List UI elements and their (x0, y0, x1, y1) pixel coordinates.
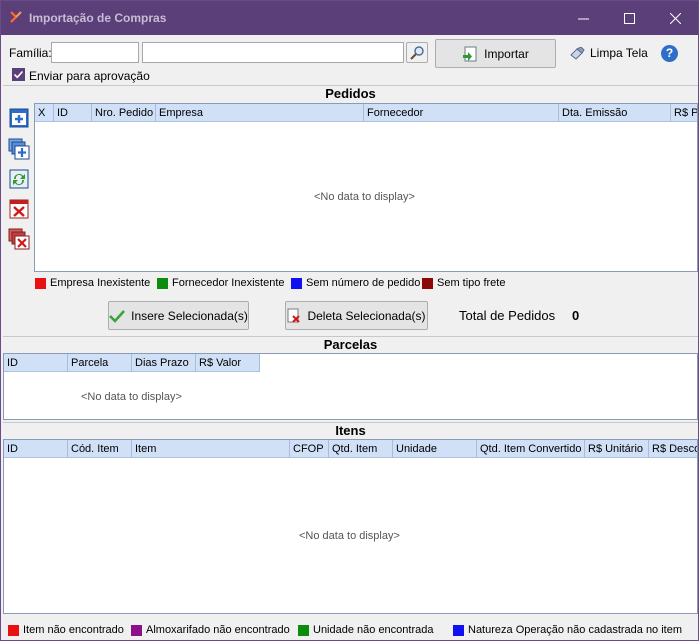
itens-col-qtd-item[interactable]: Qtd. Item (329, 440, 393, 458)
legend-almoxarifado-nao-encontrado: Almoxarifado não encontrado (131, 624, 290, 636)
delete-document-icon (287, 308, 301, 323)
itens-col-qtd-convertido[interactable]: Qtd. Item Convertido (477, 440, 585, 458)
itens-col-unidade[interactable]: Unidade (393, 440, 477, 458)
legend-label: Item não encontrado (23, 624, 124, 636)
legend-swatch (157, 277, 168, 289)
add-multiple-rows-icon[interactable] (8, 138, 30, 160)
search-icon (410, 45, 424, 60)
legend-label: Empresa Inexistente (50, 277, 151, 289)
legend-sem-tipo-frete: Sem tipo frete (422, 277, 505, 289)
pedidos-col-nro-pedido[interactable]: Nro. Pedido (92, 104, 156, 122)
insere-selecionadas-button[interactable]: Insere Selecionada(s) (108, 301, 249, 330)
parcelas-empty-text: <No data to display> (81, 391, 182, 403)
total-pedidos-value: 0 (572, 308, 580, 323)
itens-col-id[interactable]: ID (4, 440, 68, 458)
itens-col-valor-unitario[interactable]: R$ Unitário (585, 440, 649, 458)
window-title: Importação de Compras (29, 11, 167, 25)
pedidos-col-empresa[interactable]: Empresa (156, 104, 364, 122)
pedidos-col-valor[interactable]: R$ Pe (671, 104, 697, 122)
legend-empresa-inexistente: Empresa Inexistente (35, 277, 150, 289)
legend-label: Almoxarifado não encontrado (146, 624, 290, 636)
itens-col-item[interactable]: Item (132, 440, 290, 458)
import-icon (463, 46, 477, 61)
importar-label: Importar (484, 46, 529, 61)
checkmark-icon (13, 70, 24, 79)
legend-label: Sem número de pedido (306, 277, 421, 289)
close-icon (669, 12, 681, 24)
import-window: Importação de Compras Família: Importar (0, 0, 699, 641)
deleta-selecionadas-label: Deleta Selecionada(s) (307, 308, 426, 323)
legend-label: Natureza Operação não cadastrada no item (468, 624, 683, 636)
title-bar: Importação de Compras (1, 1, 698, 35)
maximize-button[interactable] (606, 1, 652, 35)
pedidos-col-id[interactable]: ID (54, 104, 92, 122)
legend-natureza-operacao: Natureza Operação não cadastrada no item (453, 624, 682, 636)
limpa-tela-button[interactable]: Limpa Tela (570, 46, 648, 60)
checkmark-icon (109, 309, 126, 323)
pedidos-grid[interactable]: X ID Nro. Pedido Empresa Fornecedor Dta.… (34, 103, 698, 272)
refresh-rows-icon[interactable] (8, 168, 30, 190)
legend-sem-numero-pedido: Sem número de pedido (291, 277, 420, 289)
itens-col-cod-item[interactable]: Cód. Item (68, 440, 132, 458)
parcelas-col-parcela[interactable]: Parcela (68, 354, 132, 372)
itens-grid[interactable]: ID Cód. Item Item CFOP Qtd. Item Unidade… (3, 439, 698, 614)
legend-swatch (35, 277, 46, 289)
itens-empty-text: <No data to display> (299, 530, 400, 542)
insere-selecionadas-label: Insere Selecionada(s) (131, 308, 248, 323)
legend-label: Fornecedor Inexistente (172, 277, 285, 289)
parcelas-grid[interactable]: ID Parcela Dias Prazo R$ Valor <No data … (3, 353, 698, 420)
legend-fornecedor-inexistente: Fornecedor Inexistente (157, 277, 285, 289)
add-row-icon[interactable] (8, 107, 30, 129)
enviar-aprovacao-label: Enviar para aprovação (29, 69, 150, 83)
pedidos-grid-header: X ID Nro. Pedido Empresa Fornecedor Dta.… (35, 104, 697, 122)
legend-item-nao-encontrado: Item não encontrado (8, 624, 124, 636)
parcelas-col-valor[interactable]: R$ Valor (196, 354, 260, 372)
familia-label: Família: (9, 46, 52, 60)
parcelas-grid-header: ID Parcela Dias Prazo R$ Valor (4, 354, 260, 372)
familia-code-input[interactable] (51, 42, 139, 63)
legend-swatch (453, 624, 464, 636)
parcelas-col-id[interactable]: ID (4, 354, 68, 372)
familia-search-button[interactable] (406, 42, 428, 63)
minimize-icon (577, 18, 589, 19)
parcelas-col-dias-prazo[interactable]: Dias Prazo (132, 354, 196, 372)
pedidos-col-select[interactable]: X (35, 104, 54, 122)
close-button[interactable] (652, 1, 698, 35)
enviar-aprovacao-checkbox[interactable] (12, 68, 25, 81)
total-pedidos-label: Total de Pedidos (459, 308, 556, 323)
legend-label: Sem tipo frete (437, 277, 506, 289)
pedidos-col-dta-emissao[interactable]: Dta. Emissão (559, 104, 671, 122)
legend-swatch (422, 277, 433, 289)
deleta-selecionadas-button[interactable]: Deleta Selecionada(s) (285, 301, 428, 330)
itens-col-cfop[interactable]: CFOP (290, 440, 329, 458)
maximize-icon (623, 12, 635, 24)
itens-grid-header: ID Cód. Item Item CFOP Qtd. Item Unidade… (4, 440, 697, 458)
delete-row-icon[interactable] (8, 198, 30, 220)
eraser-icon (570, 46, 585, 60)
minimize-button[interactable] (560, 1, 606, 35)
help-icon[interactable]: ? (661, 45, 678, 62)
pedidos-empty-text: <No data to display> (314, 191, 415, 203)
legend-swatch (8, 624, 19, 636)
importar-button[interactable]: Importar (435, 39, 556, 68)
itens-col-desconto[interactable]: R$ Desco (649, 440, 697, 458)
legend-swatch (291, 277, 302, 289)
itens-title: Itens (3, 422, 698, 438)
legend-unidade-nao-encontrada: Unidade não encontrada (298, 624, 433, 636)
legend-swatch (131, 624, 142, 636)
delete-multiple-rows-icon[interactable] (8, 228, 30, 250)
limpa-tela-label: Limpa Tela (590, 46, 648, 60)
pedidos-col-fornecedor[interactable]: Fornecedor (364, 104, 559, 122)
app-logo-icon (10, 11, 22, 23)
legend-swatch (298, 624, 309, 636)
parcelas-title: Parcelas (3, 336, 698, 352)
pedidos-title: Pedidos (3, 85, 698, 101)
legend-label: Unidade não encontrada (313, 624, 434, 636)
familia-description-input[interactable] (142, 42, 404, 63)
